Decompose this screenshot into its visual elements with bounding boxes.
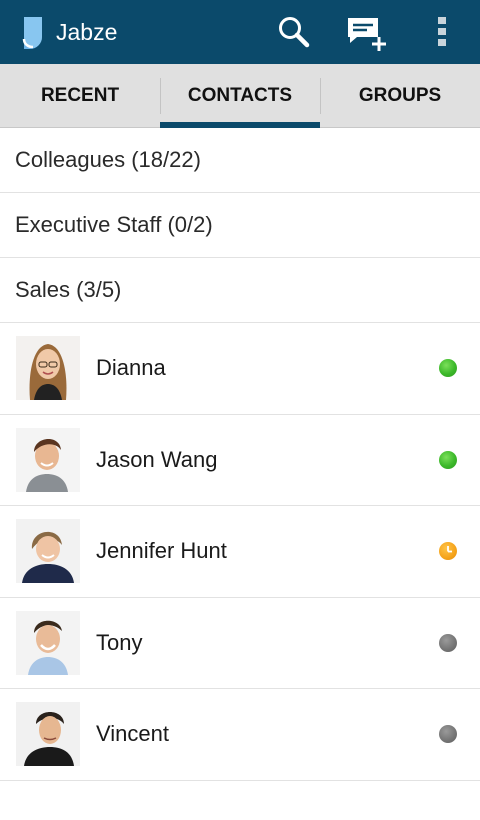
app-screen: Jabze RECENT CONTACTS GROUPS Colleagues … — [0, 0, 480, 820]
group-label: Sales (3/5) — [15, 277, 122, 302]
contact-name: Vincent — [96, 721, 169, 747]
contact-row-tony[interactable]: Tony — [0, 598, 480, 689]
contact-name: Jason Wang — [96, 446, 218, 472]
contact-row-vincent[interactable]: Vincent — [0, 689, 480, 781]
contact-name: Tony — [96, 629, 143, 655]
tab-label: GROUPS — [358, 84, 442, 106]
overflow-menu-icon[interactable] — [432, 14, 452, 50]
tab-groups[interactable]: GROUPS — [320, 64, 480, 127]
avatar — [16, 519, 80, 584]
app-title: Jabze — [56, 19, 118, 45]
contact-name: Jennifer Hunt — [96, 538, 227, 564]
tab-contacts[interactable]: CONTACTS — [160, 64, 320, 128]
contact-row-jennifer-hunt[interactable]: Jennifer Hunt — [0, 506, 480, 598]
status-offline-icon — [439, 633, 457, 652]
app-logo-icon — [20, 17, 46, 49]
avatar — [16, 610, 80, 675]
contact-row-jason-wang[interactable]: Jason Wang — [0, 415, 480, 506]
group-row-colleagues[interactable]: Colleagues (18/22) — [0, 128, 480, 193]
status-away-icon — [439, 542, 457, 561]
contact-name: Dianna — [96, 355, 166, 381]
tab-recent[interactable]: RECENT — [0, 64, 160, 127]
search-icon[interactable] — [276, 14, 312, 50]
contact-row-dianna[interactable]: Dianna — [0, 323, 480, 415]
status-offline-icon — [439, 725, 457, 744]
group-label: Colleagues (18/22) — [15, 147, 201, 172]
new-message-icon[interactable] — [345, 15, 389, 53]
tab-bar: RECENT CONTACTS GROUPS — [0, 64, 480, 128]
group-label: Executive Staff (0/2) — [15, 212, 213, 237]
avatar — [16, 336, 80, 401]
tab-label: RECENT — [40, 84, 120, 106]
tab-label: CONTACTS — [187, 84, 293, 106]
status-online-icon — [439, 359, 457, 378]
group-row-executive-staff[interactable]: Executive Staff (0/2) — [0, 193, 480, 258]
app-bar: Jabze — [0, 0, 480, 64]
status-online-icon — [439, 450, 457, 469]
avatar — [16, 702, 80, 767]
avatar — [16, 427, 80, 492]
group-row-sales[interactable]: Sales (3/5) — [0, 258, 480, 323]
